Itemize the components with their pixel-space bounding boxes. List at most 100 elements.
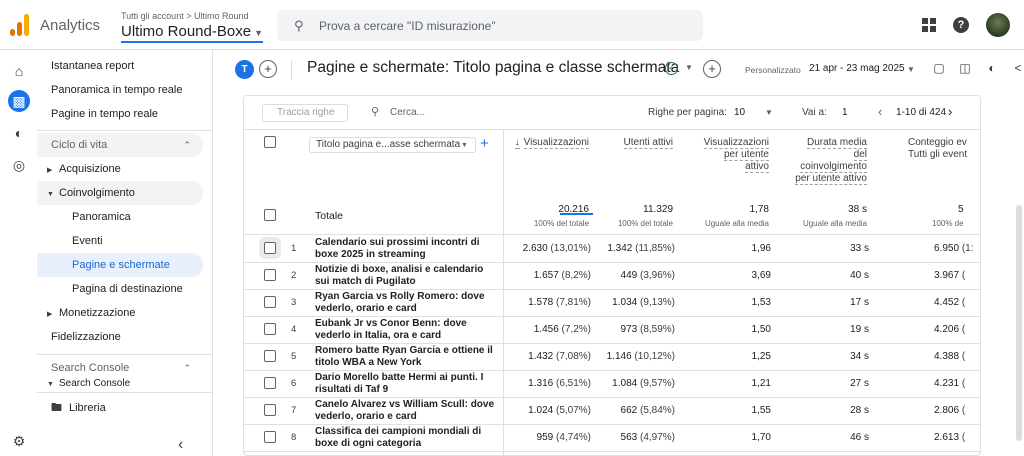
check-circle-icon[interactable]: ✓ xyxy=(665,62,678,75)
table-row[interactable]: 1 Calendario sui prossimi incontri di box… xyxy=(244,235,980,262)
chevron-up-icon: ⌃ xyxy=(183,140,191,150)
row-checkbox[interactable] xyxy=(264,296,276,308)
rows-per-page-select[interactable]: 10 xyxy=(734,107,745,118)
col-header-active-users[interactable]: Utenti attivi xyxy=(623,137,673,149)
row-checkbox[interactable] xyxy=(264,269,276,281)
row-page-title[interactable]: Notizie di boxe, analisi e calendario su… xyxy=(315,264,497,288)
analytics-logo[interactable] xyxy=(10,14,30,36)
chevron-left-icon[interactable]: ‹ xyxy=(178,436,183,454)
col-label-line: per utente xyxy=(723,149,769,161)
help-icon[interactable]: ? xyxy=(953,17,969,33)
chevron-right-icon[interactable]: › xyxy=(948,104,952,119)
row-views-per-user: 1,50 xyxy=(751,324,771,335)
nav-snapshot[interactable]: Istantanea report xyxy=(37,54,203,78)
col-header-views-per-user[interactable]: Visualizzazioni per utente attivo xyxy=(703,137,769,173)
row-page-title[interactable]: Canelo Alvarez vs William Scull: dove ve… xyxy=(315,399,497,423)
row-page-title[interactable]: Classifica dei campioni mondiali di boxe… xyxy=(315,426,497,450)
divider xyxy=(291,60,292,80)
track-rows-button[interactable]: Traccia righe xyxy=(262,104,348,122)
reports-icon[interactable]: ▩ xyxy=(8,90,30,112)
row-number: 3 xyxy=(291,297,297,308)
caret-down-icon[interactable]: ▼ xyxy=(765,108,773,117)
compare-icon[interactable]: ◫ xyxy=(957,61,973,77)
events-pct: ( xyxy=(961,432,966,443)
property-selector[interactable]: Ultimo Round-Boxe ▼ xyxy=(121,23,263,43)
total-duration: 38 s xyxy=(848,204,867,215)
nav-search-console[interactable]: ▼ Search Console xyxy=(37,378,203,390)
row-views-per-user: 1,21 xyxy=(751,378,771,389)
nav-landing-page[interactable]: Pagina di destinazione xyxy=(37,277,203,301)
date-range[interactable]: 21 apr - 23 mag 2025 xyxy=(809,63,905,74)
add-dimension-icon[interactable]: + xyxy=(480,135,489,152)
nav-pages-screens[interactable]: Pagine e schermate xyxy=(37,253,203,277)
avatar[interactable] xyxy=(986,13,1010,37)
add-icon[interactable]: + xyxy=(703,60,721,78)
row-page-title[interactable]: Calendario sui prossimi incontri di boxe… xyxy=(315,237,497,261)
row-page-title[interactable]: Ryan Garcia vs Rolly Romero: dove vederl… xyxy=(315,291,497,315)
table-row[interactable]: 8 Classifica dei campioni mondiali di box… xyxy=(244,424,980,451)
table-row[interactable]: 5 Romero batte Ryan Garcia e ottiene il t… xyxy=(244,343,980,370)
account-breadcrumb[interactable]: Tutti gli account > Ultimo Round xyxy=(121,11,248,21)
table-row[interactable]: 6 Dario Morello batte Hermi ai punti. I r… xyxy=(244,370,980,397)
comparison-chip[interactable]: T xyxy=(235,60,254,79)
goto-input[interactable]: 1 xyxy=(842,107,848,118)
advertising-icon[interactable]: ◎ xyxy=(8,154,30,176)
col-header-avg-engagement[interactable]: Durata media del coinvolgimento per uten… xyxy=(795,137,867,185)
caret-down-icon: ▼ xyxy=(254,28,263,38)
row-avg-duration: 17 s xyxy=(850,297,869,308)
nav-realtime-overview[interactable]: Panoramica in tempo reale xyxy=(37,78,203,102)
share-icon[interactable]: < xyxy=(1010,61,1024,77)
nav-realtime-pages[interactable]: Pagine in tempo reale xyxy=(37,102,203,126)
nav-events[interactable]: Eventi xyxy=(37,229,203,253)
page-scrollbar[interactable] xyxy=(1016,205,1022,441)
dimension-selector[interactable]: Titolo pagina e...asse schermata xyxy=(309,137,476,153)
caret-down-icon[interactable]: ▼ xyxy=(461,142,468,149)
row-checkbox[interactable] xyxy=(264,377,276,389)
explore-icon[interactable]: ◐ xyxy=(8,122,30,144)
triangle-right-icon: ▶ xyxy=(47,167,53,174)
nav-acquisition[interactable]: ▶ Acquisizione xyxy=(37,157,203,181)
row-checkbox[interactable] xyxy=(264,350,276,362)
row-checkbox[interactable] xyxy=(264,323,276,335)
home-icon[interactable]: ⌂ xyxy=(8,60,30,82)
triangle-down-icon: ▼ xyxy=(47,381,54,388)
totals-checkbox[interactable] xyxy=(264,209,276,221)
apps-grid-icon[interactable] xyxy=(922,18,936,32)
row-checkbox[interactable] xyxy=(264,242,276,254)
add-comparison-icon[interactable]: + xyxy=(259,60,277,78)
chevron-left-icon[interactable]: ‹ xyxy=(878,104,882,119)
table-row[interactable]: 4 Eubank Jr vs Conor Benn: dove vederlo i… xyxy=(244,316,980,343)
total-users-sub: 100% del totale xyxy=(617,219,673,228)
row-page-title[interactable]: Romero batte Ryan Garcia e ottiene il ti… xyxy=(315,345,497,369)
row-checkbox[interactable] xyxy=(264,431,276,443)
arrow-down-icon: ↓ xyxy=(514,137,520,149)
row-page-title[interactable]: Dario Morello batte Hermi ai punti. I ri… xyxy=(315,372,497,396)
views-pct: (7,08%) xyxy=(555,351,591,362)
edit-report-icon[interactable]: ▢ xyxy=(931,61,947,77)
search-icon[interactable]: ⚲ xyxy=(371,105,379,118)
search-bar[interactable]: ⚲ Prova a cercare "ID misurazione" xyxy=(277,10,703,41)
row-page-title[interactable]: Eubank Jr vs Conor Benn: dove vederlo in… xyxy=(315,318,497,342)
table-search-input[interactable]: Cerca... xyxy=(390,107,425,118)
nav-engagement[interactable]: ▼ Coinvolgimento xyxy=(37,181,203,205)
row-events: 6.950 (1: xyxy=(934,243,973,254)
table-row[interactable]: 2 Notizie di boxe, analisi e calendario s… xyxy=(244,262,980,289)
users-value: 1.034 xyxy=(612,297,638,308)
insights-icon[interactable]: ◐ xyxy=(984,61,1000,77)
select-all-checkbox[interactable] xyxy=(264,136,276,148)
nav-retention[interactable]: Fidelizzazione xyxy=(37,325,203,349)
row-checkbox[interactable] xyxy=(264,404,276,416)
nav-engagement-overview[interactable]: Panoramica xyxy=(37,205,203,229)
col-header-event-count[interactable]: Conteggio ev Tutti gli event xyxy=(908,137,967,161)
nav-library[interactable]: 🖿 Libreria xyxy=(37,396,203,420)
table-row[interactable]: 3 Ryan Garcia vs Rolly Romero: dove veder… xyxy=(244,289,980,316)
table-row[interactable]: 7 Canelo Alvarez vs William Scull: dove v… xyxy=(244,397,980,424)
nav-search-console-group[interactable]: Search Console ⌃ xyxy=(37,356,203,380)
col-header-views[interactable]: ↓ Visualizzazioni xyxy=(514,137,589,149)
caret-down-icon[interactable]: ▼ xyxy=(685,63,693,72)
settings-icon[interactable]: ⚙ xyxy=(8,430,30,452)
caret-down-icon[interactable]: ▼ xyxy=(907,65,915,74)
users-pct: (11,85%) xyxy=(635,243,675,254)
nav-monetization[interactable]: ▶ Monetizzazione xyxy=(37,301,203,325)
nav-lifecycle-group[interactable]: Ciclo di vita ⌃ xyxy=(37,133,203,157)
